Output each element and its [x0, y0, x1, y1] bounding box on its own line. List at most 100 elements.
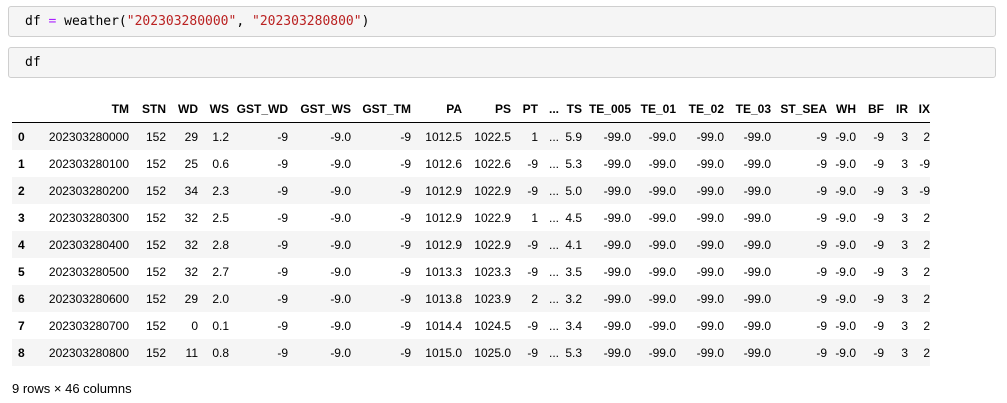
table-cell: -99.0 — [648, 129, 676, 144]
table-cell: 1025.0 — [474, 345, 511, 360]
table-cell: 2 — [923, 291, 930, 306]
table-cell: 202303280100 — [48, 156, 129, 171]
table-cell: -9.0 — [330, 345, 351, 360]
column-header: TM — [34, 95, 129, 123]
table-cell: -9 — [277, 318, 288, 333]
table-cell: 1014.4 — [425, 318, 462, 333]
code-token: weather( — [56, 14, 127, 29]
table-cell: -9 — [400, 345, 411, 360]
table-cell: ... — [548, 345, 559, 360]
table-cell: -9 — [919, 183, 930, 198]
column-header: GST_TM — [351, 95, 411, 123]
table-row: 1 202303280100 152 25 0.6 -9 -9.0 -9 1012.6 1022.… — [12, 150, 930, 177]
dataframe-shape-info: 9 rows × 46 columns — [12, 381, 132, 396]
table-cell: -9 — [527, 183, 538, 198]
table-cell: 0.6 — [212, 156, 229, 171]
table-cell: 1013.3 — [425, 264, 462, 279]
table-cell: -99.0 — [603, 210, 631, 225]
table-cell: -99.0 — [603, 156, 631, 171]
table-cell: -9 — [816, 183, 827, 198]
table-cell: 152 — [145, 237, 166, 252]
table-cell: -9 — [816, 129, 827, 144]
table-cell: -99.0 — [696, 237, 724, 252]
column-header: PA — [411, 95, 462, 123]
table-cell: -99.0 — [648, 318, 676, 333]
table-cell: -99.0 — [743, 129, 771, 144]
table-cell: 0 — [191, 318, 198, 333]
table-cell: 1022.9 — [474, 237, 511, 252]
code-cell-1[interactable]: df = weather("202303280000", "2023032808… — [8, 6, 996, 37]
row-index: 0 — [18, 129, 25, 144]
table-cell: -9 — [873, 210, 884, 225]
table-cell: 152 — [145, 264, 166, 279]
column-header: ... — [538, 95, 559, 123]
table-cell: -9 — [816, 156, 827, 171]
table-cell: ... — [548, 291, 559, 306]
table-cell: 5.0 — [565, 183, 582, 198]
table-cell: -99.0 — [743, 156, 771, 171]
table-cell: ... — [548, 237, 559, 252]
table-row: 6 202303280600 152 29 2.0 -9 -9.0 -9 1013.8 1023.… — [12, 285, 930, 312]
table-cell: -9 — [919, 156, 930, 171]
table-cell: -99.0 — [648, 237, 676, 252]
table-cell: -9 — [400, 237, 411, 252]
row-index: 5 — [18, 264, 25, 279]
table-cell: ... — [548, 129, 559, 144]
table-cell: -9 — [873, 129, 884, 144]
table-cell: 4.5 — [565, 210, 582, 225]
table-cell: -9 — [277, 345, 288, 360]
table-cell: 4.1 — [565, 237, 582, 252]
code-token: df — [25, 14, 49, 29]
column-header: TE_02 — [676, 95, 724, 123]
code-cell-2[interactable]: df — [8, 47, 996, 78]
table-cell: 3 — [901, 264, 908, 279]
table-cell: 3 — [901, 237, 908, 252]
table-cell: -9 — [527, 345, 538, 360]
column-header: TE_005 — [582, 95, 631, 123]
table-cell: -99.0 — [603, 183, 631, 198]
table-cell: 152 — [145, 318, 166, 333]
table-cell: -9.0 — [330, 318, 351, 333]
table-cell: -99.0 — [648, 264, 676, 279]
table-cell: 202303280400 — [48, 237, 129, 252]
table-cell: -99.0 — [743, 210, 771, 225]
table-cell: 25 — [184, 156, 198, 171]
table-cell: -9 — [400, 264, 411, 279]
table-cell: -9.0 — [835, 291, 856, 306]
table-cell: 152 — [145, 210, 166, 225]
table-cell: -9 — [816, 291, 827, 306]
column-header: BF — [856, 95, 884, 123]
column-header: ST_SEA — [771, 95, 827, 123]
table-cell: -9 — [873, 156, 884, 171]
dataframe-table: TM STN WD WS GST_WD GST_WS GST_TM PA PS PT... TS TE… — [12, 95, 930, 366]
row-index: 2 — [18, 183, 25, 198]
table-cell: 1012.9 — [425, 210, 462, 225]
table-row: 0 202303280000 152 29 1.2 -9 -9.0 -9 1012.5 1022.… — [12, 122, 930, 150]
table-cell: 1022.6 — [474, 156, 511, 171]
table-cell: -9.0 — [330, 156, 351, 171]
table-cell: 3 — [901, 183, 908, 198]
table-cell: 3 — [901, 156, 908, 171]
table-cell: -9.0 — [835, 345, 856, 360]
column-header: WH — [827, 95, 856, 123]
code-token: df — [25, 55, 41, 70]
table-cell: -9 — [400, 129, 411, 144]
table-cell: 2.8 — [212, 237, 229, 252]
table-cell: ... — [548, 318, 559, 333]
column-header: IX — [908, 95, 930, 123]
table-cell: 202303280300 — [48, 210, 129, 225]
table-cell: 5.9 — [565, 129, 582, 144]
table-cell: 2 — [923, 129, 930, 144]
table-cell: -9.0 — [330, 183, 351, 198]
table-cell: 202303280000 — [48, 129, 129, 144]
table-cell: -9 — [527, 318, 538, 333]
table-cell: 1023.9 — [474, 291, 511, 306]
table-cell: -9 — [277, 291, 288, 306]
table-cell: 2.7 — [212, 264, 229, 279]
table-cell: -99.0 — [603, 264, 631, 279]
table-cell: 202303280500 — [48, 264, 129, 279]
table-cell: -9 — [816, 264, 827, 279]
table-cell: 3 — [901, 129, 908, 144]
table-cell: 5.3 — [565, 345, 582, 360]
table-row: 5 202303280500 152 32 2.7 -9 -9.0 -9 1013.3 1023.… — [12, 258, 930, 285]
